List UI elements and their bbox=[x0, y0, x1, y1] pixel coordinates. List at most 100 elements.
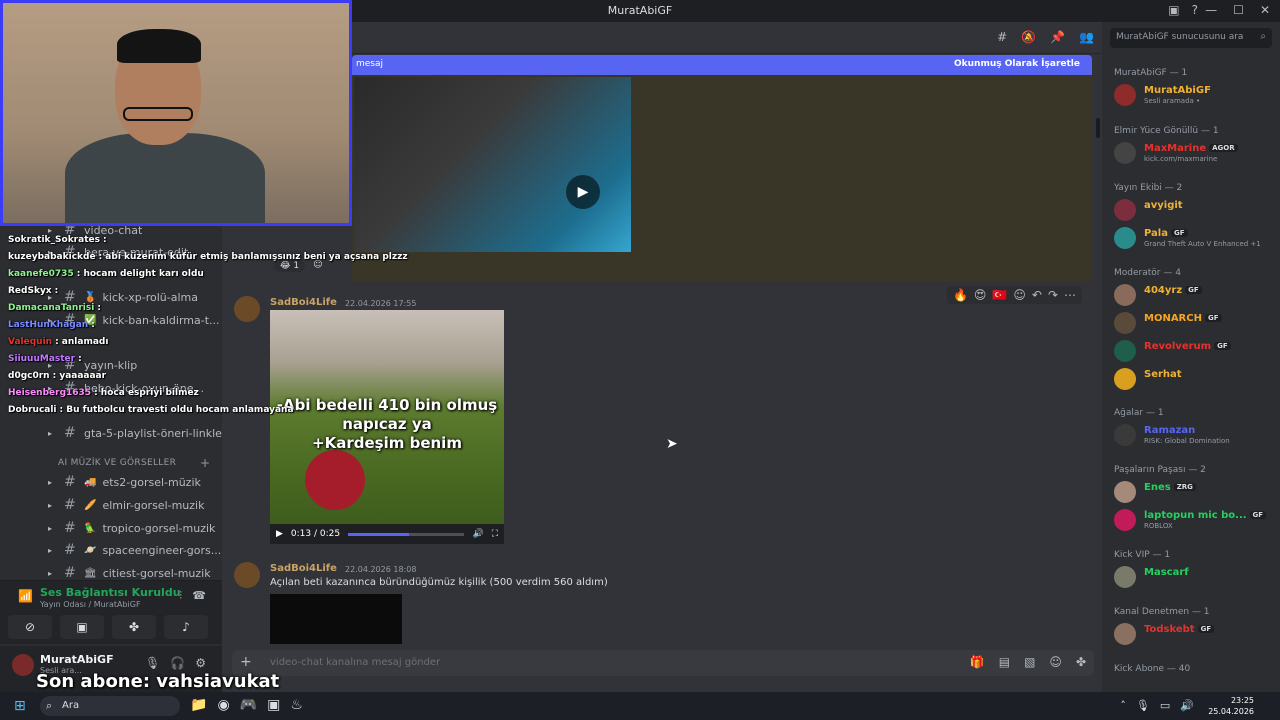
avatar[interactable] bbox=[1114, 227, 1136, 249]
member-item[interactable]: Ramazan RISK: Global Domination bbox=[1114, 424, 1274, 446]
reaction-fire-icon[interactable]: 🔥 bbox=[953, 288, 968, 302]
threads-icon[interactable]: # bbox=[997, 30, 1007, 44]
member-item[interactable]: Todskebt GF bbox=[1114, 623, 1274, 645]
microphone-icon[interactable]: 🎙 bbox=[145, 656, 160, 670]
reaction-flag-icon[interactable]: 🇹🇷 bbox=[992, 288, 1007, 302]
member-item[interactable]: MaxMarine AGOR kick.com/maxmarine bbox=[1114, 142, 1274, 164]
channel-item[interactable]: ▸ # gta-5-playlist-öneri-linkleri bbox=[48, 423, 229, 443]
avatar[interactable] bbox=[1114, 142, 1136, 164]
member-item[interactable]: MONARCH GF bbox=[1114, 312, 1274, 334]
sticker-icon[interactable]: ▧ bbox=[1024, 655, 1035, 669]
avatar[interactable] bbox=[1114, 509, 1136, 531]
member-item[interactable]: Serhat bbox=[1114, 368, 1274, 390]
activities-button[interactable]: ✤ bbox=[112, 615, 156, 639]
emoji-icon[interactable]: ☺ bbox=[1049, 655, 1062, 669]
avatar[interactable] bbox=[1114, 84, 1136, 106]
avatar[interactable] bbox=[234, 562, 260, 588]
apps-icon[interactable]: ✤ bbox=[1076, 655, 1086, 669]
windows-start-icon[interactable]: ⊞ bbox=[14, 698, 26, 714]
video-progress-bar[interactable] bbox=[348, 532, 465, 536]
avatar[interactable] bbox=[1114, 424, 1136, 446]
mute-bell-icon[interactable]: 🔕 bbox=[1021, 30, 1036, 44]
close-button[interactable]: ✕ bbox=[1260, 3, 1270, 17]
screen-share-button[interactable]: ▣ bbox=[60, 615, 104, 639]
avatar[interactable] bbox=[1114, 368, 1136, 390]
noise-suppression-icon[interactable]: ⫶ bbox=[179, 589, 182, 603]
avatar[interactable] bbox=[1114, 623, 1136, 645]
composer-placeholder[interactable]: video-chat kanalına mesaj gönder bbox=[270, 657, 440, 668]
avatar[interactable] bbox=[1114, 284, 1136, 306]
reaction-heart-eyes-icon[interactable]: 😍 bbox=[974, 288, 987, 302]
maximize-button[interactable]: ☐ bbox=[1233, 3, 1244, 17]
fullscreen-icon[interactable]: ⛶ bbox=[492, 529, 498, 539]
image-embed[interactable] bbox=[270, 594, 402, 644]
taskbar-search[interactable]: ⌕ Ara bbox=[40, 696, 180, 716]
unread-label: mesaj bbox=[356, 59, 384, 69]
channel-item[interactable]: ▸ # 🦜 tropico-gorsel-muzik bbox=[48, 518, 215, 538]
message-composer[interactable]: + video-chat kanalına mesaj gönder 🎁 ▤ ▧… bbox=[232, 650, 1094, 676]
avatar[interactable] bbox=[1114, 312, 1136, 334]
add-reaction-icon[interactable]: ☺ bbox=[1013, 288, 1026, 302]
unread-banner[interactable]: mesaj Okunmuş Olarak İşaretle bbox=[352, 55, 1092, 75]
avatar[interactable] bbox=[12, 654, 34, 676]
video-embed[interactable]: ▶ bbox=[354, 77, 631, 252]
forward-icon[interactable]: ↷ bbox=[1048, 288, 1058, 302]
category-label[interactable]: AI MÜZİK VE GÖRSELLER bbox=[58, 458, 176, 468]
mark-as-read-button[interactable]: Okunmuş Olarak İşaretle bbox=[954, 59, 1080, 69]
play-icon[interactable]: ▶ bbox=[276, 529, 283, 539]
member-item[interactable]: Revolverum GF bbox=[1114, 340, 1274, 362]
member-item[interactable]: avyigit bbox=[1114, 199, 1274, 221]
taskbar-clock[interactable]: 23:25 25.04.2026 bbox=[1208, 695, 1254, 717]
member-item[interactable]: laptopun mic bo... GF ROBLOX bbox=[1114, 509, 1274, 531]
member-item[interactable]: Enes ZRG bbox=[1114, 481, 1274, 503]
chevron-up-icon[interactable]: ˄ bbox=[1120, 699, 1126, 712]
camera-off-button[interactable]: ⊘ bbox=[8, 615, 52, 639]
member-name: MaxMarine AGOR bbox=[1144, 143, 1238, 154]
signal-icon[interactable]: 📶 bbox=[18, 589, 33, 603]
member-item[interactable]: 404yrz GF bbox=[1114, 284, 1274, 306]
channel-item[interactable]: ▸ # 🪐 spaceengineer-gors... bbox=[48, 540, 221, 560]
search-input[interactable]: MuratAbiGF sunucusunu ara ⌕ bbox=[1110, 28, 1272, 48]
inbox-icon[interactable]: ▣ bbox=[1168, 3, 1179, 17]
disconnect-icon[interactable]: ☎ bbox=[192, 589, 206, 602]
headphones-icon[interactable]: 🎧 bbox=[170, 656, 185, 670]
channel-item[interactable]: ▸ # 🥖 elmir-gorsel-muzik bbox=[48, 495, 204, 515]
gear-icon[interactable]: ⚙ bbox=[195, 656, 206, 670]
minimize-button[interactable]: — bbox=[1205, 3, 1217, 17]
message-author[interactable]: SadBoi4Life bbox=[270, 563, 337, 574]
voice-channel[interactable]: Yayın Odası / MuratAbiGF bbox=[40, 600, 141, 609]
gift-icon[interactable]: 🎁 bbox=[970, 655, 985, 669]
volume-icon[interactable]: 🔊 bbox=[1180, 699, 1194, 712]
discord-icon[interactable]: 🎮 bbox=[240, 697, 257, 713]
user-name[interactable]: MuratAbiGF bbox=[40, 653, 114, 666]
avatar[interactable] bbox=[1114, 340, 1136, 362]
avatar[interactable] bbox=[1114, 566, 1136, 588]
add-channel-icon[interactable]: + bbox=[200, 456, 210, 470]
file-explorer-icon[interactable]: 📁 bbox=[190, 697, 207, 713]
member-item[interactable]: Mascarf bbox=[1114, 566, 1274, 588]
app-icon[interactable]: ▣ bbox=[267, 697, 280, 713]
stream-chat-line: LastHunKhagan: bbox=[8, 320, 95, 330]
member-list-icon[interactable]: 👥 bbox=[1079, 30, 1094, 44]
role-header: Yayın Ekibi — 2 bbox=[1114, 183, 1183, 193]
microphone-icon[interactable]: 🎙 bbox=[1136, 699, 1150, 712]
reply-icon[interactable]: ↶ bbox=[1032, 288, 1042, 302]
more-icon[interactable]: ⋯ bbox=[1064, 288, 1076, 302]
soundboard-button[interactable]: ♪ bbox=[164, 615, 208, 639]
help-icon[interactable]: ? bbox=[1192, 3, 1198, 17]
member-item[interactable]: MuratAbiGF Sesli aramada • bbox=[1114, 84, 1274, 106]
attach-plus-icon[interactable]: + bbox=[240, 654, 252, 670]
steam-icon[interactable]: ♨ bbox=[290, 697, 303, 713]
volume-icon[interactable]: 🔊 bbox=[472, 529, 483, 539]
channel-item[interactable]: ▸ # 🚚 ets2-gorsel-müzik bbox=[48, 472, 201, 492]
member-item[interactable]: Pala GF Grand Theft Auto V Enhanced +1 bbox=[1114, 227, 1274, 249]
play-icon[interactable]: ▶ bbox=[566, 175, 600, 209]
avatar[interactable] bbox=[1114, 481, 1136, 503]
webcam-hair bbox=[117, 29, 201, 63]
network-icon[interactable]: ▭ bbox=[1160, 699, 1170, 712]
pin-icon[interactable]: 📌 bbox=[1050, 30, 1065, 44]
chat-scrollbar[interactable] bbox=[1096, 118, 1100, 138]
gif-icon[interactable]: ▤ bbox=[999, 655, 1010, 669]
chrome-icon[interactable]: ◉ bbox=[217, 697, 229, 713]
avatar[interactable] bbox=[1114, 199, 1136, 221]
